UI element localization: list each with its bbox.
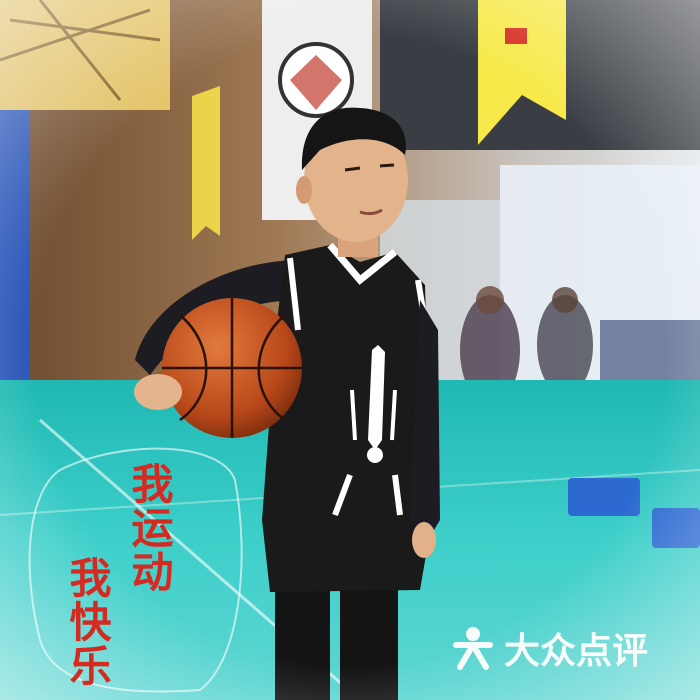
caption-line-1: 我运动 (125, 462, 174, 594)
photo: 我运动 我快乐 大众点评 (0, 0, 700, 700)
dianping-logo-icon (453, 627, 493, 670)
watermark-text: 大众点评 (504, 631, 649, 672)
caption-line-2: 我快乐 (63, 556, 112, 688)
dianping-watermark: 大众点评 (450, 618, 648, 678)
